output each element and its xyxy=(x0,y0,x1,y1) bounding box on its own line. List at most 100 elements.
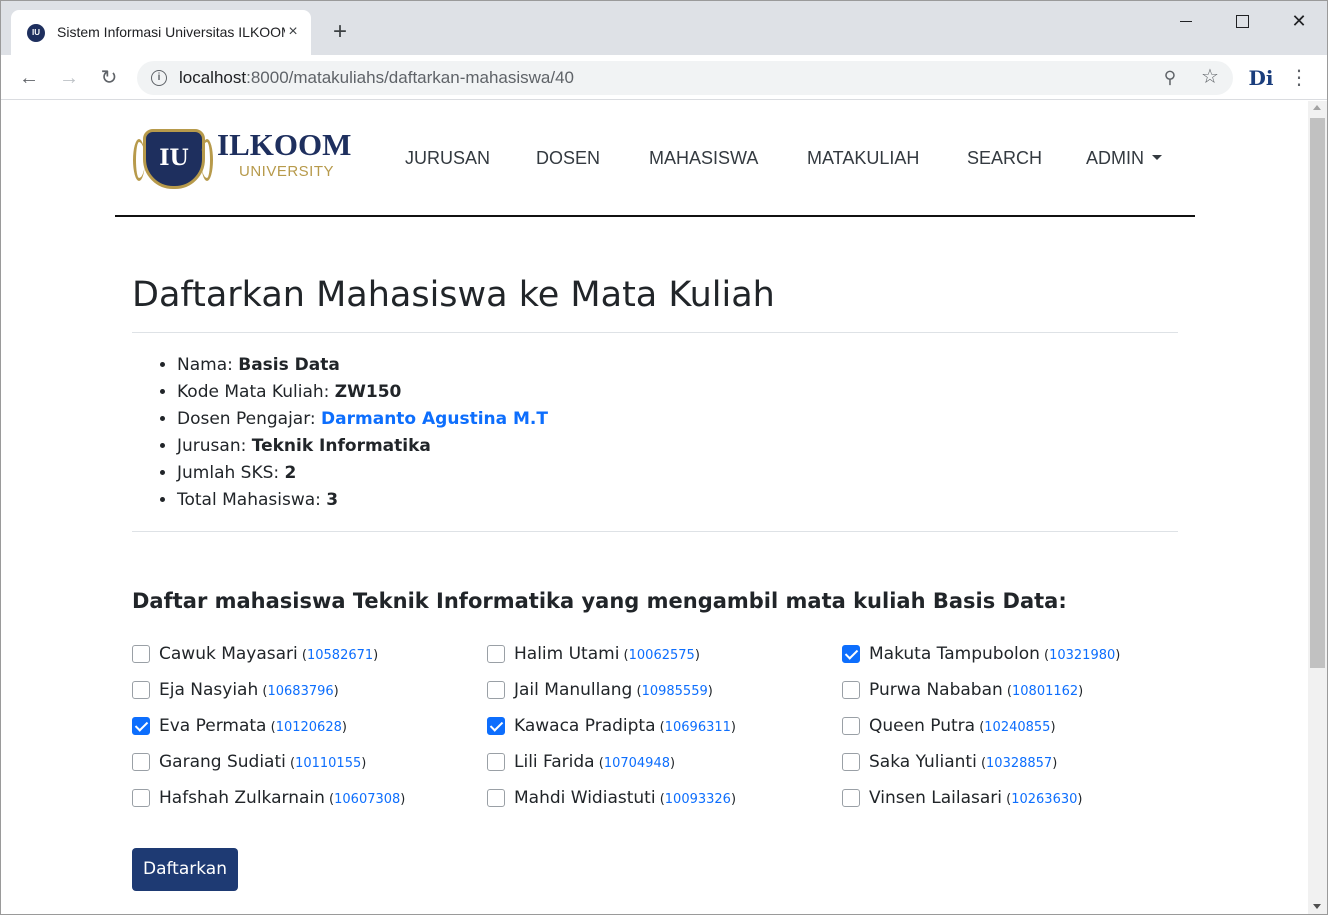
nav-mahasiswa[interactable]: MAHASISWA xyxy=(649,148,758,169)
student-checkbox[interactable] xyxy=(842,789,860,807)
info-dosen: Dosen Pengajar: Darmanto Agustina M.T xyxy=(177,409,548,436)
student-checkbox[interactable] xyxy=(132,645,150,663)
student-label[interactable]: Makuta Tampubolon (10321980) xyxy=(869,644,1120,664)
student-checkbox[interactable] xyxy=(842,645,860,663)
nim-link[interactable]: 10093326 xyxy=(665,792,731,807)
student-nim: (10704948) xyxy=(594,756,676,771)
kebab-menu-icon[interactable]: ⋮ xyxy=(1289,65,1309,91)
student-checkbox[interactable] xyxy=(842,681,860,699)
nim-link[interactable]: 10985559 xyxy=(642,684,708,699)
bookmark-star-icon[interactable]: ☆ xyxy=(1199,66,1221,88)
student-label[interactable]: Queen Putra (10240855) xyxy=(869,716,1056,736)
student-name: Lili Farida xyxy=(514,752,595,772)
daftarkan-button[interactable]: Daftarkan xyxy=(132,848,238,891)
student-label[interactable]: Jail Manullang (10985559) xyxy=(514,680,713,700)
nav-jurusan[interactable]: JURUSAN xyxy=(405,148,490,169)
window-close-icon[interactable]: ✕ xyxy=(1276,7,1322,35)
info-value: 2 xyxy=(284,463,297,483)
reload-icon[interactable]: ↻ xyxy=(95,64,123,92)
nim-link[interactable]: 10683796 xyxy=(267,684,333,699)
dosen-link[interactable]: Darmanto Agustina M.T xyxy=(321,409,548,429)
student-label[interactable]: Eva Permata (10120628) xyxy=(159,716,347,736)
student-checkbox[interactable] xyxy=(842,753,860,771)
shield-icon: IU xyxy=(143,129,205,189)
browser-toolbar: ← → ↻ i localhost:8000/matakuliahs/dafta… xyxy=(1,55,1327,100)
student-label[interactable]: Purwa Nababan (10801162) xyxy=(869,680,1083,700)
forward-arrow-icon[interactable]: → xyxy=(55,64,83,92)
student-checkbox[interactable] xyxy=(132,753,150,771)
student-label[interactable]: Hafshah Zulkarnain (10607308) xyxy=(159,788,405,808)
student-label[interactable]: Saka Yulianti (10328857) xyxy=(869,752,1057,772)
info-sks: Jumlah SKS: 2 xyxy=(177,463,548,490)
nav-admin-dropdown[interactable]: ADMIN xyxy=(1086,148,1162,169)
scroll-thumb[interactable] xyxy=(1310,118,1325,668)
site-logo[interactable]: IU ILKOOM UNIVERSITY xyxy=(131,125,361,191)
nim-link[interactable]: 10696311 xyxy=(665,720,731,735)
info-value: Basis Data xyxy=(238,355,340,375)
student-name: Garang Sudiati xyxy=(159,752,286,772)
scroll-down-icon[interactable] xyxy=(1313,904,1321,909)
student-label[interactable]: Halim Utami (10062575) xyxy=(514,644,700,664)
student-checkbox[interactable] xyxy=(487,789,505,807)
nav-dosen[interactable]: DOSEN xyxy=(536,148,600,169)
info-label: Jurusan: xyxy=(177,436,252,456)
student-label[interactable]: Eja Nasyiah (10683796) xyxy=(159,680,339,700)
nim-link[interactable]: 10704948 xyxy=(604,756,670,771)
student-checkbox[interactable] xyxy=(487,717,505,735)
divider-top xyxy=(132,332,1178,333)
favicon-icon: IU xyxy=(27,24,45,42)
maximize-icon[interactable] xyxy=(1219,7,1265,35)
student-checkbox[interactable] xyxy=(487,681,505,699)
extension-icon[interactable]: Di xyxy=(1247,65,1275,91)
student-label[interactable]: Lili Farida (10704948) xyxy=(514,752,675,772)
nim-link[interactable]: 10801162 xyxy=(1012,684,1078,699)
scroll-up-icon[interactable] xyxy=(1313,105,1321,110)
student-nim: (10582671) xyxy=(297,648,379,663)
url-path: :8000/matakuliahs/daftarkan-mahasiswa/40 xyxy=(246,68,575,87)
nav-search[interactable]: SEARCH xyxy=(967,148,1042,169)
info-value: 3 xyxy=(326,490,339,510)
nim-link[interactable]: 10607308 xyxy=(334,792,400,807)
student-checkbox[interactable] xyxy=(487,753,505,771)
browser-tab[interactable]: IU Sistem Informasi Universitas ILKOOM × xyxy=(11,10,311,55)
student-label[interactable]: Mahdi Widiastuti (10093326) xyxy=(514,788,736,808)
url-text[interactable]: localhost:8000/matakuliahs/daftarkan-mah… xyxy=(179,68,574,88)
student-checkbox[interactable] xyxy=(132,681,150,699)
student-label[interactable]: Garang Sudiati (10110155) xyxy=(159,752,366,772)
student-checkbox[interactable] xyxy=(132,789,150,807)
nim-link[interactable]: 10240855 xyxy=(984,720,1050,735)
back-arrow-icon[interactable]: ← xyxy=(15,64,43,92)
student-nim: (10683796) xyxy=(258,684,339,699)
student-checkbox[interactable] xyxy=(487,645,505,663)
page-viewport: IU ILKOOM UNIVERSITY JURUSAN DOSEN MAHAS… xyxy=(1,101,1308,914)
nim-link[interactable]: 10321980 xyxy=(1049,648,1115,663)
minimize-icon[interactable] xyxy=(1163,7,1209,35)
nav-matakuliah[interactable]: MATAKULIAH xyxy=(807,148,919,169)
zoom-icon[interactable]: ⚲ xyxy=(1159,67,1181,89)
student-nim: (10607308) xyxy=(324,792,406,807)
info-label: Jumlah SKS: xyxy=(177,463,285,483)
laurel-right-icon xyxy=(201,139,213,181)
tab-close-icon[interactable]: × xyxy=(283,20,303,44)
address-bar[interactable]: i localhost:8000/matakuliahs/daftarkan-m… xyxy=(137,61,1233,95)
nim-link[interactable]: 10328857 xyxy=(986,756,1052,771)
new-tab-icon[interactable]: + xyxy=(327,20,353,46)
nim-link[interactable]: 10582671 xyxy=(307,648,373,663)
student-label[interactable]: Cawuk Mayasari (10582671) xyxy=(159,644,378,664)
info-kode: Kode Mata Kuliah: ZW150 xyxy=(177,382,548,409)
nim-link[interactable]: 10110155 xyxy=(295,756,361,771)
nim-link[interactable]: 10263630 xyxy=(1011,792,1077,807)
divider-bottom xyxy=(132,531,1178,532)
info-icon[interactable]: i xyxy=(151,70,167,86)
student-checkbox[interactable] xyxy=(842,717,860,735)
student-checkbox[interactable] xyxy=(132,717,150,735)
student-nim: (10110155) xyxy=(285,756,367,771)
info-label: Kode Mata Kuliah: xyxy=(177,382,335,402)
nim-link[interactable]: 10062575 xyxy=(629,648,695,663)
student-nim: (10093326) xyxy=(655,792,737,807)
student-label[interactable]: Kawaca Pradipta (10696311) xyxy=(514,716,736,736)
info-value: Teknik Informatika xyxy=(251,436,431,456)
vertical-scrollbar[interactable] xyxy=(1308,101,1327,914)
student-label[interactable]: Vinsen Lailasari (10263630) xyxy=(869,788,1082,808)
nim-link[interactable]: 10120628 xyxy=(276,720,342,735)
